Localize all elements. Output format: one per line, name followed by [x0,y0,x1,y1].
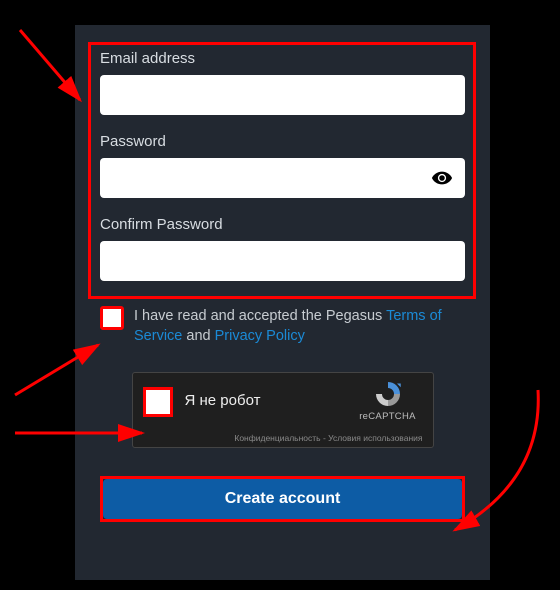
consent-joiner: and [182,328,214,344]
consent-checkbox[interactable] [100,306,124,330]
email-input[interactable] [100,75,465,115]
create-button-highlight: Create account [100,476,465,522]
recaptcha-footer: Конфиденциальность - Условия использован… [234,433,422,443]
recaptcha-label: Я не робот [185,392,261,409]
confirm-field-block: Confirm Password [100,216,465,281]
confirm-label: Confirm Password [100,216,465,233]
consent-text: I have read and accepted the Pegasus Ter… [134,306,465,347]
privacy-link[interactable]: Privacy Policy [215,328,305,344]
arrow-to-fields [20,30,80,100]
password-field-block: Password [100,133,465,198]
password-input[interactable] [100,158,465,198]
signup-panel: Email address Password Confirm Password … [75,25,490,580]
recaptcha-widget: Я не робот reCAPTCHA Конфиденциальность … [132,372,434,448]
eye-icon[interactable] [431,167,453,189]
consent-row: I have read and accepted the Pegasus Ter… [100,306,465,347]
recaptcha-icon [373,379,403,409]
recaptcha-branding: reCAPTCHA [353,379,423,422]
password-label: Password [100,133,465,150]
email-field-block: Email address [100,50,465,115]
confirm-input[interactable] [100,241,465,281]
recaptcha-checkbox[interactable] [143,387,173,417]
create-account-button[interactable]: Create account [103,479,462,519]
recaptcha-brand: reCAPTCHA [353,411,423,422]
email-label: Email address [100,50,465,67]
consent-prefix: I have read and accepted the Pegasus [134,308,386,324]
